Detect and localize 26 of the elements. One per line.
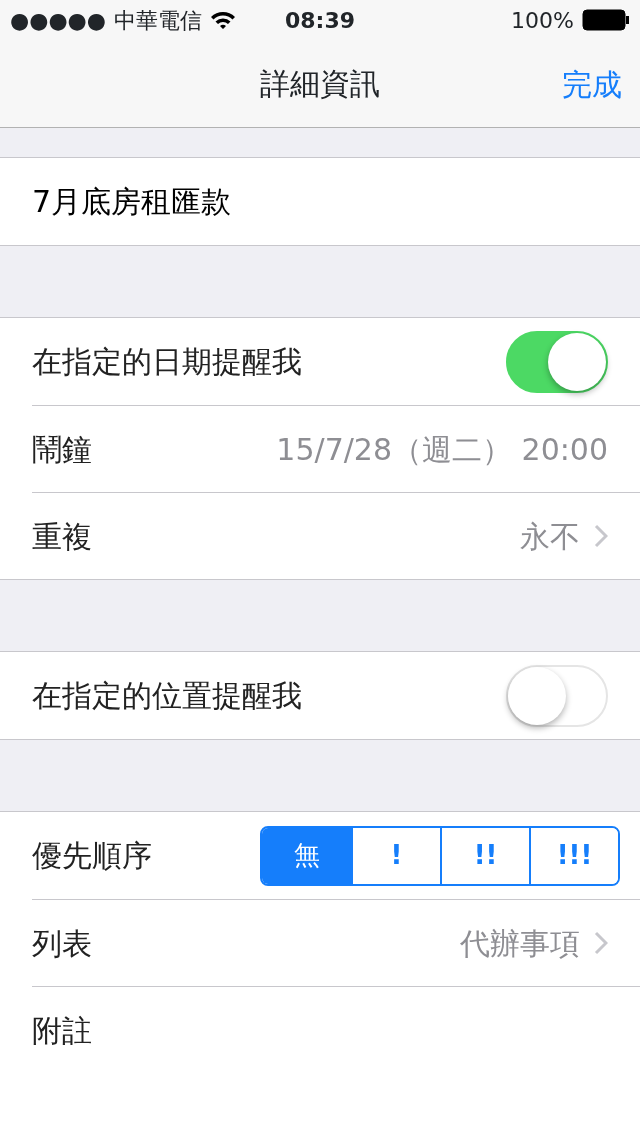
- wifi-icon: [210, 10, 236, 30]
- chevron-icon: [594, 931, 608, 955]
- row-value: 15/7/28（週二） 20:00: [276, 430, 608, 469]
- chevron-icon: [594, 524, 608, 548]
- signal-icon: ●●●●●: [10, 3, 106, 37]
- row-label: 在指定的日期提醒我: [32, 343, 302, 381]
- done-button[interactable]: 完成: [562, 62, 622, 107]
- list-row[interactable]: 重複 永不: [32, 492, 640, 579]
- battery-percent: 100%: [511, 6, 574, 35]
- row-value: 代辦事項: [460, 924, 580, 963]
- reminder-title: 7月底房租匯款: [32, 183, 232, 221]
- row-value: 永不: [520, 517, 580, 556]
- row-label: 優先順序: [32, 837, 152, 875]
- toggle-switch[interactable]: [506, 330, 608, 393]
- carrier-name: 中華電信: [114, 6, 202, 35]
- priority-segment[interactable]: 無: [262, 827, 351, 884]
- list-row[interactable]: 列表 代辦事項: [32, 899, 640, 986]
- battery-icon: [582, 9, 630, 31]
- clock-time: 08:39: [285, 6, 355, 35]
- nav-title: 詳細資訊: [260, 65, 380, 103]
- row-label: 列表: [32, 924, 92, 963]
- row-label: 重複: [32, 517, 92, 556]
- row-label: 鬧鐘: [32, 430, 92, 469]
- priority-segment[interactable]: !!!: [529, 827, 618, 884]
- row-label: 在指定的位置提醒我: [32, 677, 302, 715]
- row-label: 附註: [32, 1011, 92, 1050]
